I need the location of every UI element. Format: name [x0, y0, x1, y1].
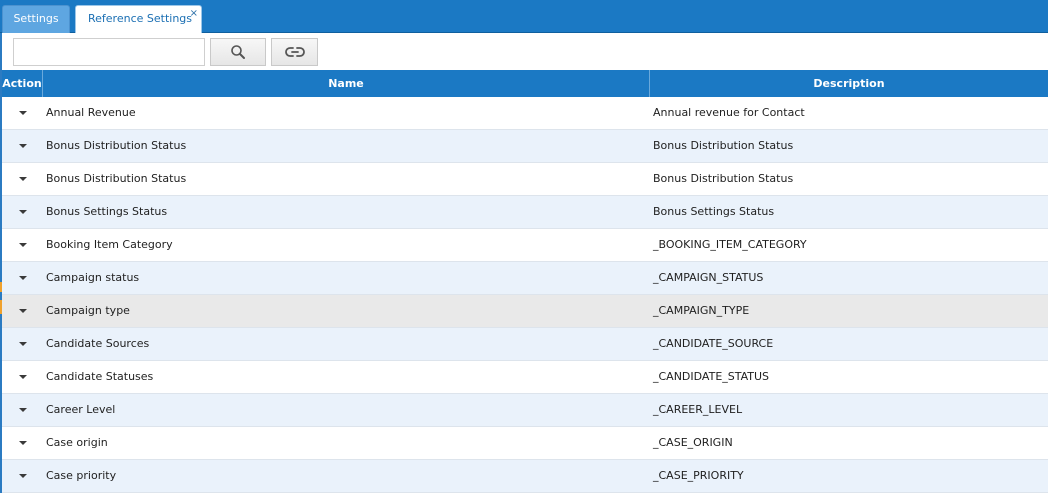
table-row[interactable]: Booking Item Category _BOOKING_ITEM_CATE…	[2, 229, 1048, 262]
row-description: _CAREER_LEVEL	[653, 403, 743, 416]
row-name: Annual Revenue	[46, 106, 136, 119]
table-row[interactable]: Campaign type _CAMPAIGN_TYPE	[2, 295, 1048, 328]
table-row[interactable]: Bonus Distribution Status Bonus Distribu…	[2, 163, 1048, 196]
caret-down-icon	[18, 177, 27, 181]
caret-down-icon	[18, 210, 27, 214]
row-name: Career Level	[46, 403, 116, 416]
table-row[interactable]: Case origin _CASE_ORIGIN	[2, 427, 1048, 460]
caret-down-icon	[18, 408, 27, 412]
caret-down-icon	[18, 309, 27, 313]
link-button[interactable]	[271, 38, 318, 66]
row-action-dropdown[interactable]	[2, 394, 43, 426]
row-action-dropdown[interactable]	[2, 262, 43, 294]
row-description: Bonus Distribution Status	[653, 139, 794, 152]
row-name: Campaign status	[46, 271, 140, 284]
caret-down-icon	[18, 276, 27, 280]
table-row[interactable]: Bonus Settings Status Bonus Settings Sta…	[2, 196, 1048, 229]
row-action-dropdown[interactable]	[2, 427, 43, 459]
table-row[interactable]: Bonus Distribution Status Bonus Distribu…	[2, 130, 1048, 163]
close-icon[interactable]: ×	[190, 1, 198, 27]
row-description: _CANDIDATE_STATUS	[653, 370, 770, 383]
row-description: Bonus Settings Status	[653, 205, 775, 218]
row-action-dropdown[interactable]	[2, 97, 43, 129]
caret-down-icon	[18, 144, 27, 148]
row-name: Bonus Distribution Status	[46, 139, 187, 152]
row-action-dropdown[interactable]	[2, 196, 43, 228]
caret-down-icon	[18, 111, 27, 115]
caret-down-icon	[18, 342, 27, 346]
table-row[interactable]: Candidate Statuses _CANDIDATE_STATUS	[2, 361, 1048, 394]
row-name: Bonus Distribution Status	[46, 172, 187, 185]
search-input[interactable]	[13, 38, 205, 66]
table-row[interactable]: Annual Revenue Annual revenue for Contac…	[2, 97, 1048, 130]
row-action-dropdown[interactable]	[2, 460, 43, 492]
reference-grid: Action Name Description Annual Revenue A…	[2, 70, 1048, 493]
caret-down-icon	[18, 243, 27, 247]
table-row[interactable]: Career Level _CAREER_LEVEL	[2, 394, 1048, 427]
row-description: Annual revenue for Contact	[653, 106, 805, 119]
row-name: Case priority	[46, 469, 117, 482]
row-action-dropdown[interactable]	[2, 130, 43, 162]
tab-bar: Settings Reference Settings ×	[0, 0, 1048, 33]
grid-header: Action Name Description	[2, 70, 1048, 97]
row-name: Candidate Sources	[46, 337, 150, 350]
row-action-dropdown[interactable]	[2, 229, 43, 261]
row-name: Candidate Statuses	[46, 370, 154, 383]
row-action-dropdown[interactable]	[2, 163, 43, 195]
row-name: Booking Item Category	[46, 238, 173, 251]
table-row[interactable]: Candidate Sources _CANDIDATE_SOURCE	[2, 328, 1048, 361]
row-action-dropdown[interactable]	[2, 361, 43, 393]
row-description: _BOOKING_ITEM_CATEGORY	[653, 238, 807, 251]
tab-label: Reference Settings	[88, 12, 193, 25]
row-description: _CANDIDATE_SOURCE	[653, 337, 774, 350]
search-button[interactable]	[210, 38, 266, 66]
tab-reference-settings[interactable]: Reference Settings ×	[75, 5, 202, 33]
row-name: Case origin	[46, 436, 108, 449]
toolbar	[2, 33, 1048, 70]
column-header-action[interactable]: Action	[2, 70, 43, 97]
row-description: _CASE_ORIGIN	[653, 436, 733, 449]
row-name: Bonus Settings Status	[46, 205, 168, 218]
table-row[interactable]: Case priority _CASE_PRIORITY	[2, 460, 1048, 493]
caret-down-icon	[18, 375, 27, 379]
table-row[interactable]: Campaign status _CAMPAIGN_STATUS	[2, 262, 1048, 295]
link-icon	[284, 47, 305, 57]
row-description: _CAMPAIGN_STATUS	[653, 271, 764, 284]
tab-settings[interactable]: Settings	[2, 5, 70, 33]
row-action-dropdown[interactable]	[2, 295, 43, 327]
caret-down-icon	[18, 441, 27, 445]
search-icon	[231, 45, 245, 59]
row-name: Campaign type	[46, 304, 130, 317]
column-header-name[interactable]: Name	[43, 70, 650, 97]
row-action-dropdown[interactable]	[2, 328, 43, 360]
caret-down-icon	[18, 474, 27, 478]
row-description: _CASE_PRIORITY	[653, 469, 744, 482]
row-description: Bonus Distribution Status	[653, 172, 794, 185]
column-header-description[interactable]: Description	[650, 70, 1048, 97]
row-description: _CAMPAIGN_TYPE	[653, 304, 750, 317]
